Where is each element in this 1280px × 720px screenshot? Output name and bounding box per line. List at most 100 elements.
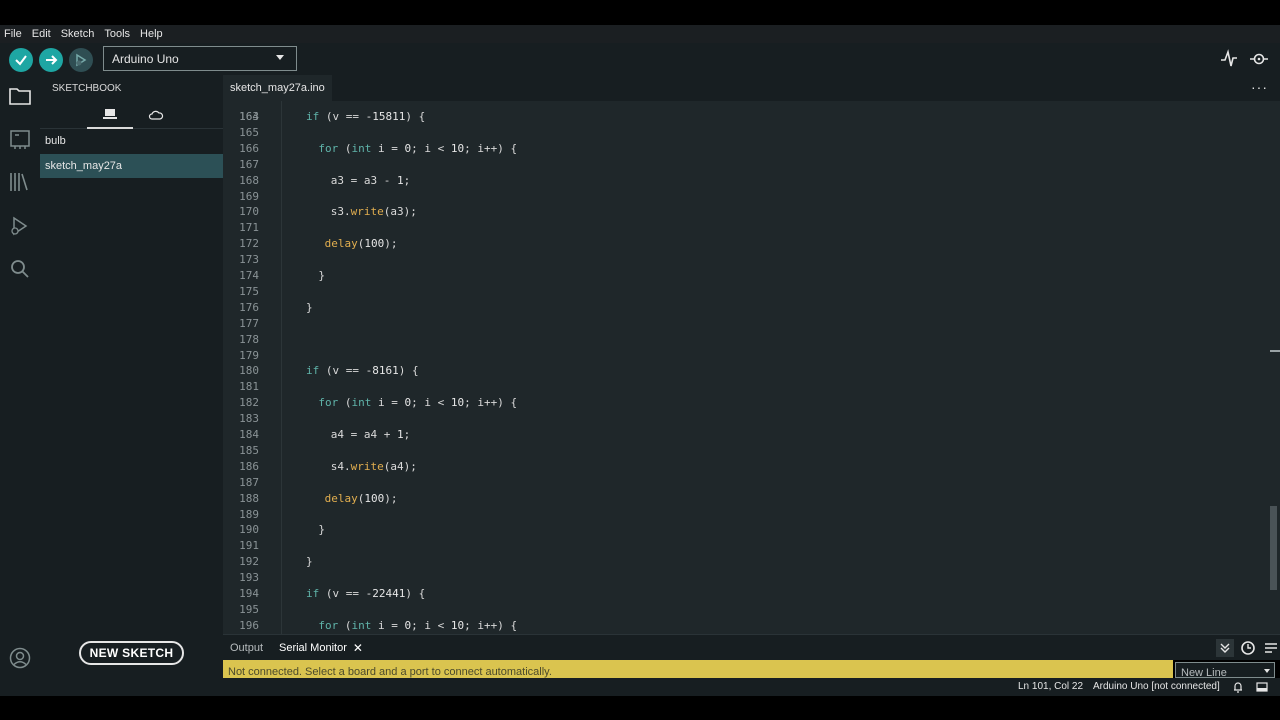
menu-sketch[interactable]: Sketch [61,28,95,40]
line-number: 173 [239,253,259,267]
debug-run-icon[interactable] [8,214,32,238]
code-token: ) { [405,587,426,600]
tab-local-sketchbook[interactable] [87,101,133,129]
bottom-panel-tabs: Output Serial Monitor ✕ [223,634,1280,660]
code-token: -22441 [365,587,406,600]
sidebar-tabs [40,101,223,129]
close-icon[interactable]: ✕ [353,641,363,655]
line-ending-select[interactable]: New Line [1175,662,1275,678]
code-text: } [306,554,313,570]
code-token: i = [371,618,405,632]
line-number: 184 [239,428,259,441]
toggle-panel-icon[interactable] [1256,681,1268,693]
code-token: ( [338,618,352,632]
code-token: 1 [397,428,404,441]
code-token: } [318,523,326,537]
code-token: } [306,300,313,314]
connection-notice: Not connected. Select a board and a port… [223,660,1173,678]
timestamp-icon[interactable] [1239,639,1257,657]
code-text: delay(100); [325,236,398,252]
tab-cloud-sketchbook[interactable] [133,101,179,129]
code-token: ); [384,491,398,505]
code-line: 171 [223,220,1263,236]
code-text: a4 = a4 + 1; [331,427,410,443]
board-selector[interactable]: Arduino Uno [103,46,297,71]
line-number: 164 [239,110,259,123]
notification-bell-icon[interactable] [1232,681,1244,693]
code-line: 180 if (v == -8161) { [223,363,1263,379]
menu-help[interactable]: Help [140,28,163,40]
line-number: 180 [239,364,259,378]
code-text: if (v == -22441) { [306,586,425,602]
code-token: int [351,141,372,155]
search-icon[interactable] [8,257,32,281]
code-line: 172 delay(100); [223,236,1263,252]
code-line: 189 [223,507,1263,523]
line-number: 193 [239,571,259,585]
code-line: 169 [223,189,1263,205]
sketchbook-folder-icon[interactable] [8,84,32,108]
code-line: 176} [223,300,1263,316]
upload-button[interactable] [39,48,63,72]
code-line: 173 [223,252,1263,268]
sketch-item-bulb[interactable]: bulb [40,129,223,153]
code-text: for (int i = 0; i < 10; i++) { [318,618,517,634]
clear-output-icon[interactable] [1262,639,1280,657]
line-number: 167 [239,157,259,171]
more-options-icon[interactable]: ··· [1251,79,1268,95]
verify-button[interactable] [9,48,33,72]
code-token: (v == [319,587,366,600]
line-number: 187 [239,475,259,489]
laptop-icon [103,109,117,119]
serial-monitor-button[interactable] [1249,49,1269,69]
new-sketch-button[interactable]: NEW SKETCH [79,641,184,665]
code-token: ; i++) { [464,396,518,410]
code-line: 166 for (int i = 0; i < 10; i++) { [223,141,1263,157]
line-number: 178 [239,332,259,346]
code-token: i = [371,396,405,410]
tab-serial-monitor[interactable]: Serial Monitor ✕ [279,635,363,661]
code-token: ; i < [411,396,451,410]
code-line: 175 [223,284,1263,300]
line-number: 166 [239,141,259,155]
chevron-down-icon [1264,669,1270,673]
boards-manager-icon[interactable] [8,127,32,151]
cursor-position: Ln 101, Col 22 [1018,681,1084,692]
code-token: a4 = a4 + [330,428,398,441]
code-token: (a3); [383,205,417,219]
menu-edit[interactable]: Edit [32,28,51,40]
code-token: (v == [319,110,366,123]
line-number: 186 [239,459,259,473]
activity-bar [0,75,40,678]
code-text: for (int i = 0; i < 10; i++) { [318,141,517,157]
menu-tools[interactable]: Tools [104,28,130,40]
debug-button[interactable] [69,48,93,72]
account-icon[interactable] [8,646,32,670]
tab-sketch-file[interactable]: sketch_may27a.ino [223,75,332,101]
check-icon [15,55,27,66]
code-text: a3 = a3 - 1; [331,173,410,189]
code-text: } [318,268,325,284]
code-editor[interactable]: 163 164 if (v == -15811) {165 166 for (int … [223,101,1280,634]
line-number: 171 [239,221,259,235]
code-token: write [350,459,384,473]
serial-plotter-button[interactable] [1219,49,1239,69]
tab-output[interactable]: Output [230,635,263,661]
editor-tab-bar: sketch_may27a.ino ··· [223,75,1280,101]
code-text: if (v == -8161) { [306,363,419,379]
code-text: if (v == -15811) { [306,109,425,125]
code-line: 196 for (int i = 0; i < 10; i++) { [223,618,1263,634]
sketch-item-sketch-may27a[interactable]: sketch_may27a [40,154,223,178]
bottom-black-bar [0,696,1280,720]
menu-file[interactable]: File [4,28,22,40]
code-token: } [318,269,326,282]
code-text: for (int i = 0; i < 10; i++) { [318,395,517,411]
code-token: ) { [405,110,426,123]
code-line: 194 if (v == -22441) { [223,586,1263,602]
editor-scrollbar-thumb[interactable] [1270,506,1277,590]
code-line-partial: 163 [223,101,1263,123]
autoscroll-icon[interactable] [1216,639,1234,657]
line-number: 170 [239,205,259,219]
library-manager-icon[interactable] [8,170,32,194]
line-number: 169 [239,189,259,203]
